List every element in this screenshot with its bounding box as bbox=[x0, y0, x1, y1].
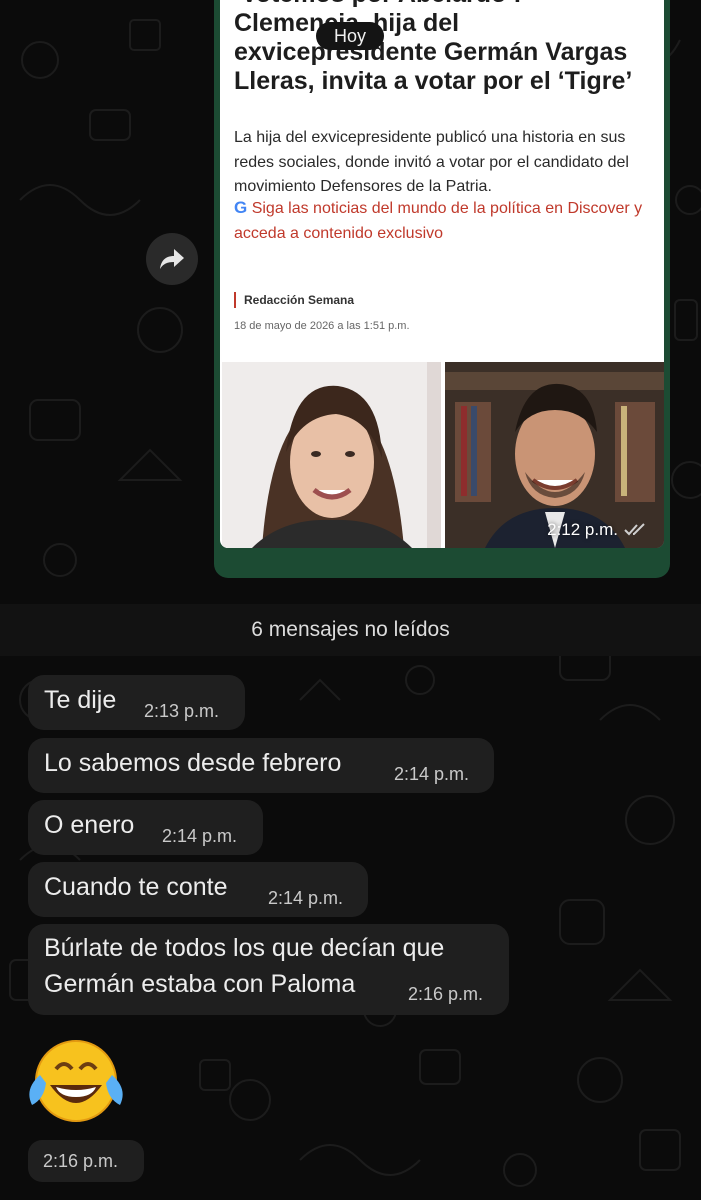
face-with-tears-of-joy-icon bbox=[29, 1040, 123, 1122]
message-text: Lo sabemos desde febrero bbox=[44, 749, 342, 777]
emoji-message[interactable] bbox=[26, 1035, 126, 1125]
message-bubble[interactable]: Te dije 2:13 p.m. bbox=[28, 675, 245, 730]
message-bubble[interactable]: Búrlate de todos los que decían que Germ… bbox=[28, 924, 509, 1015]
discover-link[interactable]: G Siga las noticias del mundo de la polí… bbox=[234, 195, 654, 246]
preview-timestamp: 2:12 p.m. bbox=[547, 520, 648, 540]
woman-portrait-image bbox=[222, 362, 441, 548]
message-time: 2:14 p.m. bbox=[162, 826, 238, 846]
message-bubble[interactable]: O enero 2:14 p.m. bbox=[28, 800, 263, 855]
message-bubble[interactable]: Lo sabemos desde febrero 2:14 p.m. bbox=[28, 738, 494, 793]
message-text-line-1: Búrlate de todos los que decían que bbox=[44, 934, 445, 962]
google-icon: G bbox=[234, 198, 248, 217]
article-date: 18 de mayo de 2026 a las 1:51 p.m. bbox=[234, 320, 410, 332]
message-text-line-2: Germán estaba con Paloma bbox=[44, 970, 356, 998]
message-text: Cuando te conte bbox=[44, 873, 228, 901]
emoji-message-time: 2:16 p.m. bbox=[28, 1140, 144, 1182]
discover-text: Siga las noticias del mundo de la políti… bbox=[234, 200, 643, 242]
message-bubble[interactable]: Cuando te conte 2:14 p.m. bbox=[28, 862, 368, 917]
message-time: 2:14 p.m. bbox=[394, 764, 470, 784]
article-headline: ‘Votemos por Abelardo’: Clemencia, hija … bbox=[234, 0, 633, 95]
message-text: O enero bbox=[44, 811, 135, 839]
unread-messages-banner: 6 mensajes no leídos bbox=[0, 604, 701, 656]
forward-button[interactable] bbox=[146, 233, 198, 285]
message-time: 2:16 p.m. bbox=[408, 984, 484, 1004]
message-text: Te dije bbox=[44, 686, 117, 714]
article-preview[interactable]: ‘Votemos por Abelardo’: Clemencia, hija … bbox=[220, 0, 664, 548]
forward-icon bbox=[160, 249, 184, 269]
message-time: 2:14 p.m. bbox=[268, 888, 344, 908]
date-separator-pill: Hoy bbox=[316, 22, 384, 50]
double-check-icon bbox=[624, 523, 645, 536]
shared-article-bubble[interactable]: ‘Votemos por Abelardo’: Clemencia, hija … bbox=[214, 0, 670, 578]
message-time: 2:13 p.m. bbox=[144, 701, 220, 721]
article-byline: Redacción Semana bbox=[234, 292, 354, 308]
article-lead: La hija del exvicepresidente publicó una… bbox=[234, 129, 629, 195]
